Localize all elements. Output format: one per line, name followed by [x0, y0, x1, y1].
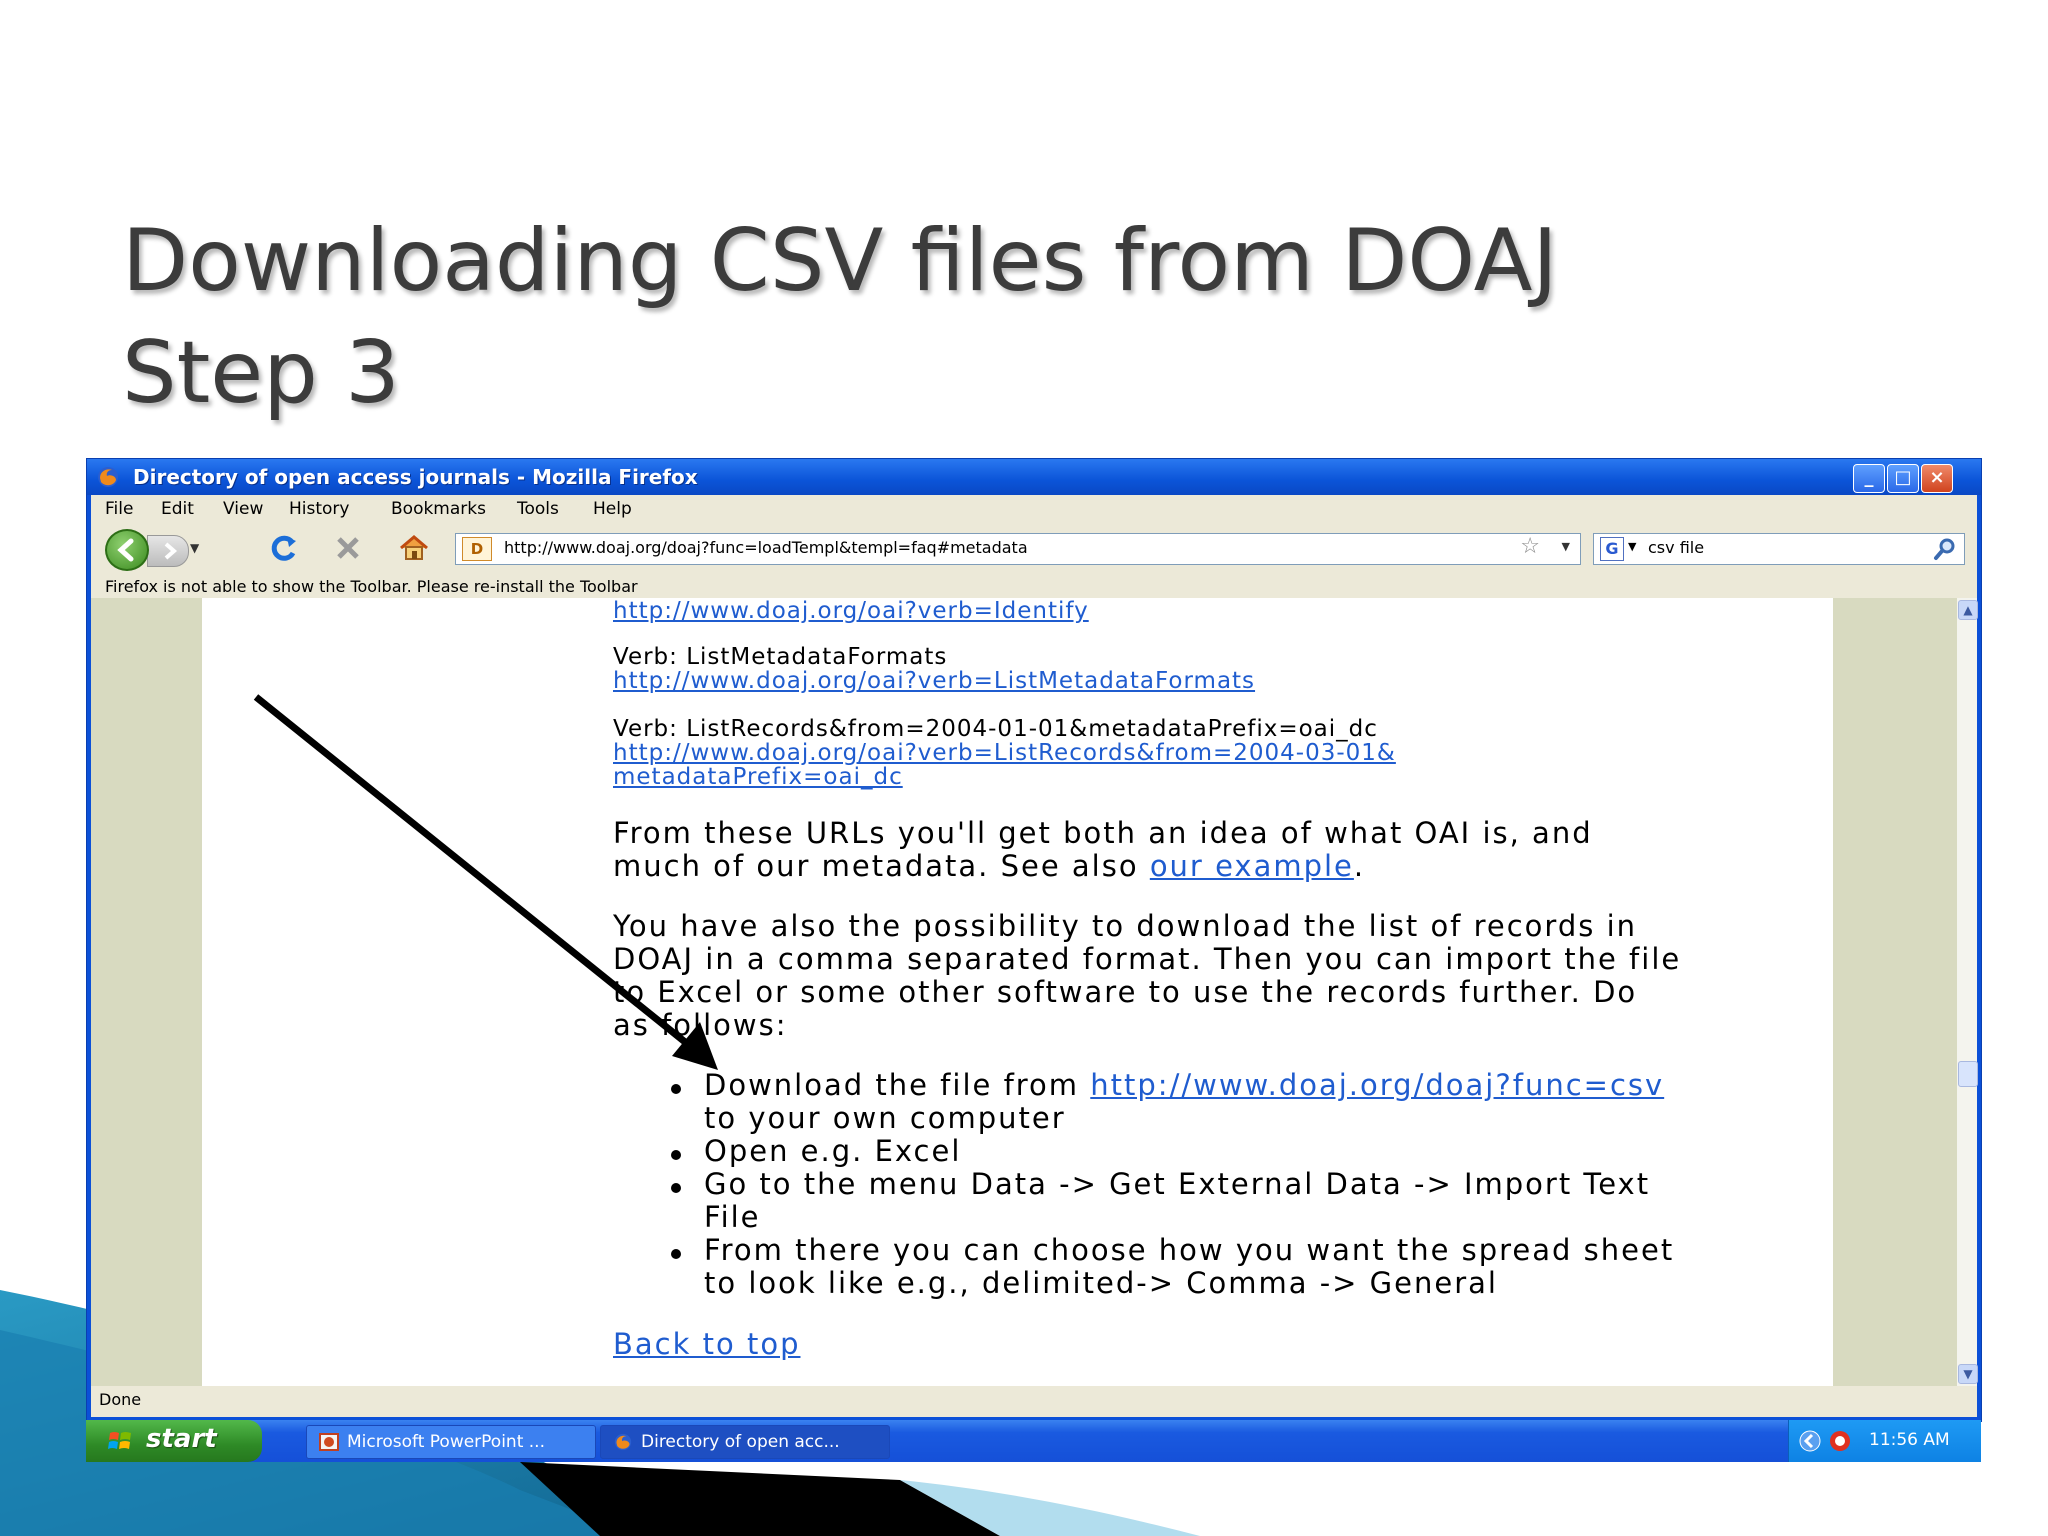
annotation-arrow [253, 694, 718, 1070]
